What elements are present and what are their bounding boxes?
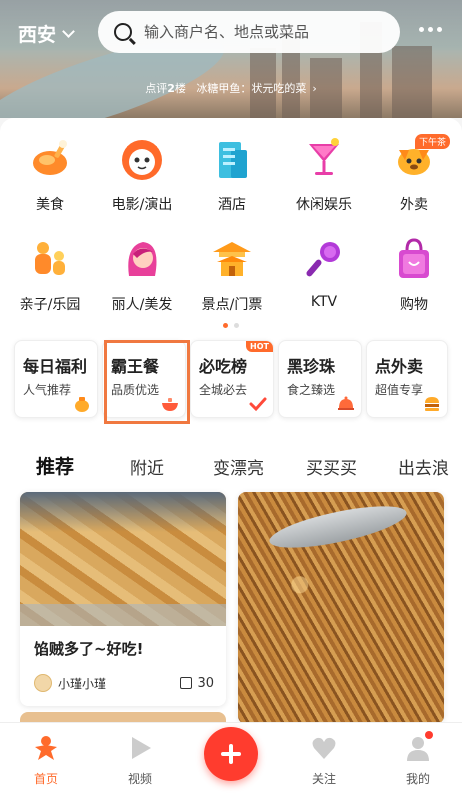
nav-label: 首页 [33,772,58,786]
category-label: KTV [310,294,338,310]
nav-label: 视频 [127,772,152,786]
category-attractions[interactable]: 景点/门票 [186,236,278,314]
nav-profile[interactable]: 我的 [388,731,448,787]
page-dot [234,323,239,328]
cloche-icon [338,396,354,410]
feed-tabs: 推荐 附近 变漂亮 买买买 出去浪 [0,448,462,484]
burger-icon [425,397,439,411]
tab-shopping[interactable]: 买买买 [306,454,357,479]
promo-cards: 每日福利 人气推荐 霸王餐 品质优选 HOT 必吃榜 全城必去 黑珍珠 食之臻选… [14,340,448,418]
city-name: 西安 [18,24,57,46]
category-family[interactable]: 亲子/乐园 [4,236,96,314]
roast-chicken-icon [27,136,73,182]
chevron-right-icon: › [312,82,317,95]
page-dot-active [223,323,228,328]
feed-card-image [20,492,226,626]
nav-label: 关注 [311,772,336,786]
nav-video[interactable]: 视频 [110,735,170,787]
user-icon [405,731,433,761]
selection-highlight [104,340,190,424]
category-label: 外卖 [400,197,428,213]
category-badge: 下午茶 [414,134,450,149]
tab-recommend[interactable]: 推荐 [33,452,77,479]
author-name: 小瑾小瑾 [58,676,107,691]
banner-promo[interactable]: 点评2楼 冰糖甲鱼：状元吃的菜 › [0,80,462,96]
promo-brand: 点评 [145,82,168,95]
heart-icon [311,735,337,761]
category-hotel[interactable]: 酒店 [186,136,278,214]
promo-card-black-pearl[interactable]: 黑珍珠 食之臻选 [278,340,362,418]
family-icon [27,236,73,282]
avatar [34,674,52,692]
category-label: 酒店 [218,197,246,213]
play-icon [127,735,153,761]
category-leisure[interactable]: 休闲娱乐 [278,136,370,214]
money-bag-icon [75,397,89,412]
promo-card-daily-welfare[interactable]: 每日福利 人气推荐 [14,340,98,418]
feed-card-title: 馅贼多了~好吃! [34,640,144,658]
category-label: 景点/门票 [201,297,263,313]
feed-card-image [266,497,410,557]
promo-card-title: 点外卖 [375,357,424,376]
tab-travel[interactable]: 出去浪 [398,454,449,479]
nav-label: 我的 [405,772,430,786]
category-label: 亲子/乐园 [19,297,81,313]
hot-badge: HOT [246,341,273,352]
home-icon [33,735,59,761]
category-beauty[interactable]: 丽人/美发 [96,236,188,314]
category-label: 电影/演出 [111,197,173,213]
city-selector[interactable]: 西安 [18,20,75,47]
add-post-button[interactable] [204,727,258,781]
nav-follow[interactable]: 关注 [294,735,354,787]
promo-card-must-eat[interactable]: HOT 必吃榜 全城必去 [190,340,274,418]
category-takeout[interactable]: 下午茶 外卖 [368,134,460,214]
notification-dot [425,731,433,739]
chevron-down-icon [62,24,75,38]
category-label: 购物 [400,297,428,313]
tab-beauty[interactable]: 变漂亮 [213,454,264,479]
search-bar[interactable] [98,11,400,53]
like-count: 30 [197,675,214,691]
promo-number: 2 [167,82,175,95]
pagoda-icon [209,236,255,282]
nav-home[interactable]: 首页 [16,735,76,787]
promo-card-title: 黑珍珠 [287,357,336,376]
promo-card-title: 必吃榜 [199,357,248,376]
category-food[interactable]: 美食 [4,136,96,214]
promo-suffix: 楼 [174,82,186,95]
promo-text: 冰糖甲鱼：状元吃的菜 [196,82,307,95]
tab-nearby[interactable]: 附近 [130,454,164,479]
bottom-nav: 首页 视频 关注 我的 [0,722,462,800]
thumbs-up-icon [180,677,193,689]
cat-face-icon [119,136,165,182]
promo-card-order-takeout[interactable]: 点外卖 超值专享 [366,340,448,418]
search-input[interactable] [144,23,384,41]
category-shopping[interactable]: 购物 [368,236,460,314]
shopping-bag-icon [391,236,437,282]
microphone-icon [301,236,347,282]
feed-card[interactable]: 馅贼多了~好吃! 小瑾小瑾 30 [20,492,226,706]
category-label: 丽人/美发 [111,297,173,313]
category-label: 休闲娱乐 [296,197,352,213]
category-ktv[interactable]: KTV [278,236,370,310]
woman-hair-icon [119,236,165,282]
search-icon [114,23,132,41]
category-label: 美食 [36,197,64,213]
cocktail-icon [301,136,347,182]
feed-card-meta: 小瑾小瑾 30 [34,674,214,692]
feed-card[interactable] [238,492,444,724]
more-icon[interactable] [419,27,442,32]
like-button[interactable]: 30 [180,676,214,691]
page-indicator [0,323,462,328]
checkmark-icon [249,397,267,412]
category-movie[interactable]: 电影/演出 [96,136,188,214]
hotel-building-icon [209,136,255,182]
promo-card-title: 每日福利 [23,357,88,376]
